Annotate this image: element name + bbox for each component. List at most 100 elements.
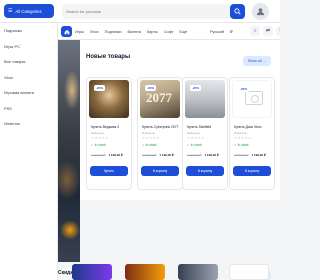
product-image[interactable]: 2077 -20%: [140, 80, 180, 118]
banner-art: [60, 220, 80, 240]
nav-link[interactable]: Карты: [147, 30, 158, 34]
add-to-cart-button[interactable]: В корзину: [233, 166, 271, 176]
add-to-cart-button[interactable]: В корзину: [141, 166, 179, 176]
sidebar: Подписки Игры PC Все товары Xbox Игровая…: [0, 23, 58, 280]
rating-stars: ★★★★★: [91, 136, 109, 140]
product-image[interactable]: -20%: [89, 80, 129, 118]
sidebar-item[interactable]: PS5: [0, 101, 57, 117]
banner-art: [64, 70, 80, 110]
product-thumbnail[interactable]: [229, 264, 269, 280]
check-icon: ✓: [91, 143, 94, 147]
rating-stars: ★★★★★: [234, 136, 252, 140]
sidebar-list: Подписки Игры PC Все товары Xbox Игровая…: [0, 23, 57, 132]
catalog-button[interactable]: ☰ All Categories: [4, 4, 54, 18]
product-card[interactable]: -20% Купить Диск Xbox Издатель ★★★★★ ✓ I…: [229, 77, 275, 190]
nav-link[interactable]: Xbox: [90, 30, 99, 34]
favorites-icon[interactable]: ♡: [276, 26, 280, 36]
compare-icon[interactable]: ⇄: [263, 26, 273, 36]
product-image[interactable]: -20%: [232, 80, 272, 118]
user-avatar[interactable]: [252, 3, 269, 20]
image-placeholder-icon: [245, 91, 263, 105]
product-name[interactable]: Купить Ведьмак 3: [91, 125, 131, 129]
product-image[interactable]: -20%: [185, 80, 225, 118]
section-title: Новые товары: [86, 54, 131, 60]
check-icon: ✓: [234, 143, 237, 147]
page: ☰ All Categories Подписки Игры PC Все то…: [0, 0, 280, 280]
search-icon: [234, 8, 241, 15]
discount-badge: -20%: [145, 85, 157, 91]
stock-status: ✓ In stock: [91, 143, 106, 147]
product-name[interactable]: Купить Starfield: [187, 125, 227, 129]
grid-icon: ☰: [8, 7, 13, 14]
product-thumbnail[interactable]: [178, 264, 218, 280]
old-price: 1 499,00 ₽: [142, 153, 157, 157]
promo-banner[interactable]: [58, 40, 80, 262]
rating-stars: ★★★★★: [142, 136, 160, 140]
sidebar-item[interactable]: Игры PC: [0, 39, 57, 55]
product-thumbnail[interactable]: [125, 264, 165, 280]
product-name[interactable]: Купить Cyberpunk 2077: [142, 125, 182, 129]
new-price: 1 199,00 ₽: [159, 153, 174, 157]
product-publisher: Издатель: [142, 131, 156, 135]
stock-status: ✓ In stock: [187, 143, 202, 147]
old-price: 1 499,00 ₽: [187, 153, 202, 157]
nav-link[interactable]: Софт: [164, 30, 174, 34]
discount-badge: -20%: [94, 85, 106, 91]
price-block: 1 499,00 ₽ 1 199,00 ₽: [91, 153, 123, 157]
sidebar-item[interactable]: Xbox: [0, 70, 57, 86]
search-button[interactable]: [230, 4, 245, 19]
language-select[interactable]: Русский: [210, 30, 224, 34]
stock-label: In stock: [145, 143, 157, 147]
price-block: 1 499,00 ₽ 1 199,00 ₽: [187, 153, 219, 157]
locale-switch: Русский ₽: [210, 23, 233, 40]
catalog-label: All Categories: [15, 8, 42, 14]
new-price: 1 199,00 ₽: [204, 153, 219, 157]
add-to-cart-button[interactable]: В корзину: [186, 166, 224, 176]
product-publisher: Издатель: [187, 131, 201, 135]
home-icon: [64, 29, 69, 34]
nav-link[interactable]: Валюта: [127, 30, 140, 34]
show-all-button[interactable]: Show all →: [243, 56, 271, 66]
user-icon: [256, 8, 265, 16]
nav-links: Игры Xbox Подписки Валюта Карты Софт Ещё: [75, 23, 187, 40]
product-card[interactable]: -20% Купить Starfield Издатель ★★★★★ ✓ I…: [182, 77, 228, 190]
search-input[interactable]: [66, 6, 226, 17]
search-bar: [62, 4, 245, 19]
sidebar-item[interactable]: Игровая валюта: [0, 85, 57, 101]
product-card[interactable]: 2077 -20% Купить Cyberpunk 2077 Издатель…: [137, 77, 183, 190]
check-icon: ✓: [142, 143, 145, 147]
nav-link[interactable]: Подписки: [105, 30, 122, 34]
new-price: 1 199,00 ₽: [108, 153, 123, 157]
nav-link[interactable]: Ещё: [179, 30, 187, 34]
product-card[interactable]: -20% Купить Ведьмак 3 Издатель ★★★★★ ✓ I…: [86, 77, 132, 190]
product-name[interactable]: Купить Диск Xbox: [234, 125, 274, 129]
old-price: 1 499,00 ₽: [91, 153, 106, 157]
home-button[interactable]: [61, 26, 72, 37]
stock-status: ✓ In stock: [234, 143, 249, 147]
price-block: 1 499,00 ₽ 1 199,00 ₽: [234, 153, 266, 157]
banner-art: [58, 160, 80, 200]
add-to-cart-button[interactable]: Купить: [90, 166, 128, 176]
profile-icon[interactable]: ○: [250, 26, 260, 36]
stock-label: In stock: [237, 143, 249, 147]
stock-label: In stock: [190, 143, 202, 147]
price-block: 1 499,00 ₽ 1 199,00 ₽: [142, 153, 174, 157]
rating-stars: ★★★★★: [187, 136, 205, 140]
new-price: 1 199,00 ₽: [251, 153, 266, 157]
top-nav: Игры Xbox Подписки Валюта Карты Софт Ещё…: [58, 23, 280, 40]
product-publisher: Издатель: [234, 131, 248, 135]
stock-label: In stock: [94, 143, 106, 147]
currency-select[interactable]: ₽: [230, 29, 232, 34]
nav-icons: ○ ⇄ ♡: [250, 26, 280, 36]
sidebar-item[interactable]: Подписки: [0, 23, 57, 39]
discount-badge: -20%: [238, 86, 250, 92]
product-thumbnail[interactable]: [72, 264, 112, 280]
stock-status: ✓ In stock: [142, 143, 157, 147]
product-publisher: Издатель: [91, 131, 105, 135]
sidebar-item[interactable]: Nintendo: [0, 116, 57, 132]
check-icon: ✓: [187, 143, 190, 147]
nav-link[interactable]: Игры: [75, 30, 84, 34]
sidebar-item[interactable]: Все товары: [0, 54, 57, 70]
header: ☰ All Categories: [0, 0, 280, 23]
discount-badge: -20%: [190, 85, 202, 91]
